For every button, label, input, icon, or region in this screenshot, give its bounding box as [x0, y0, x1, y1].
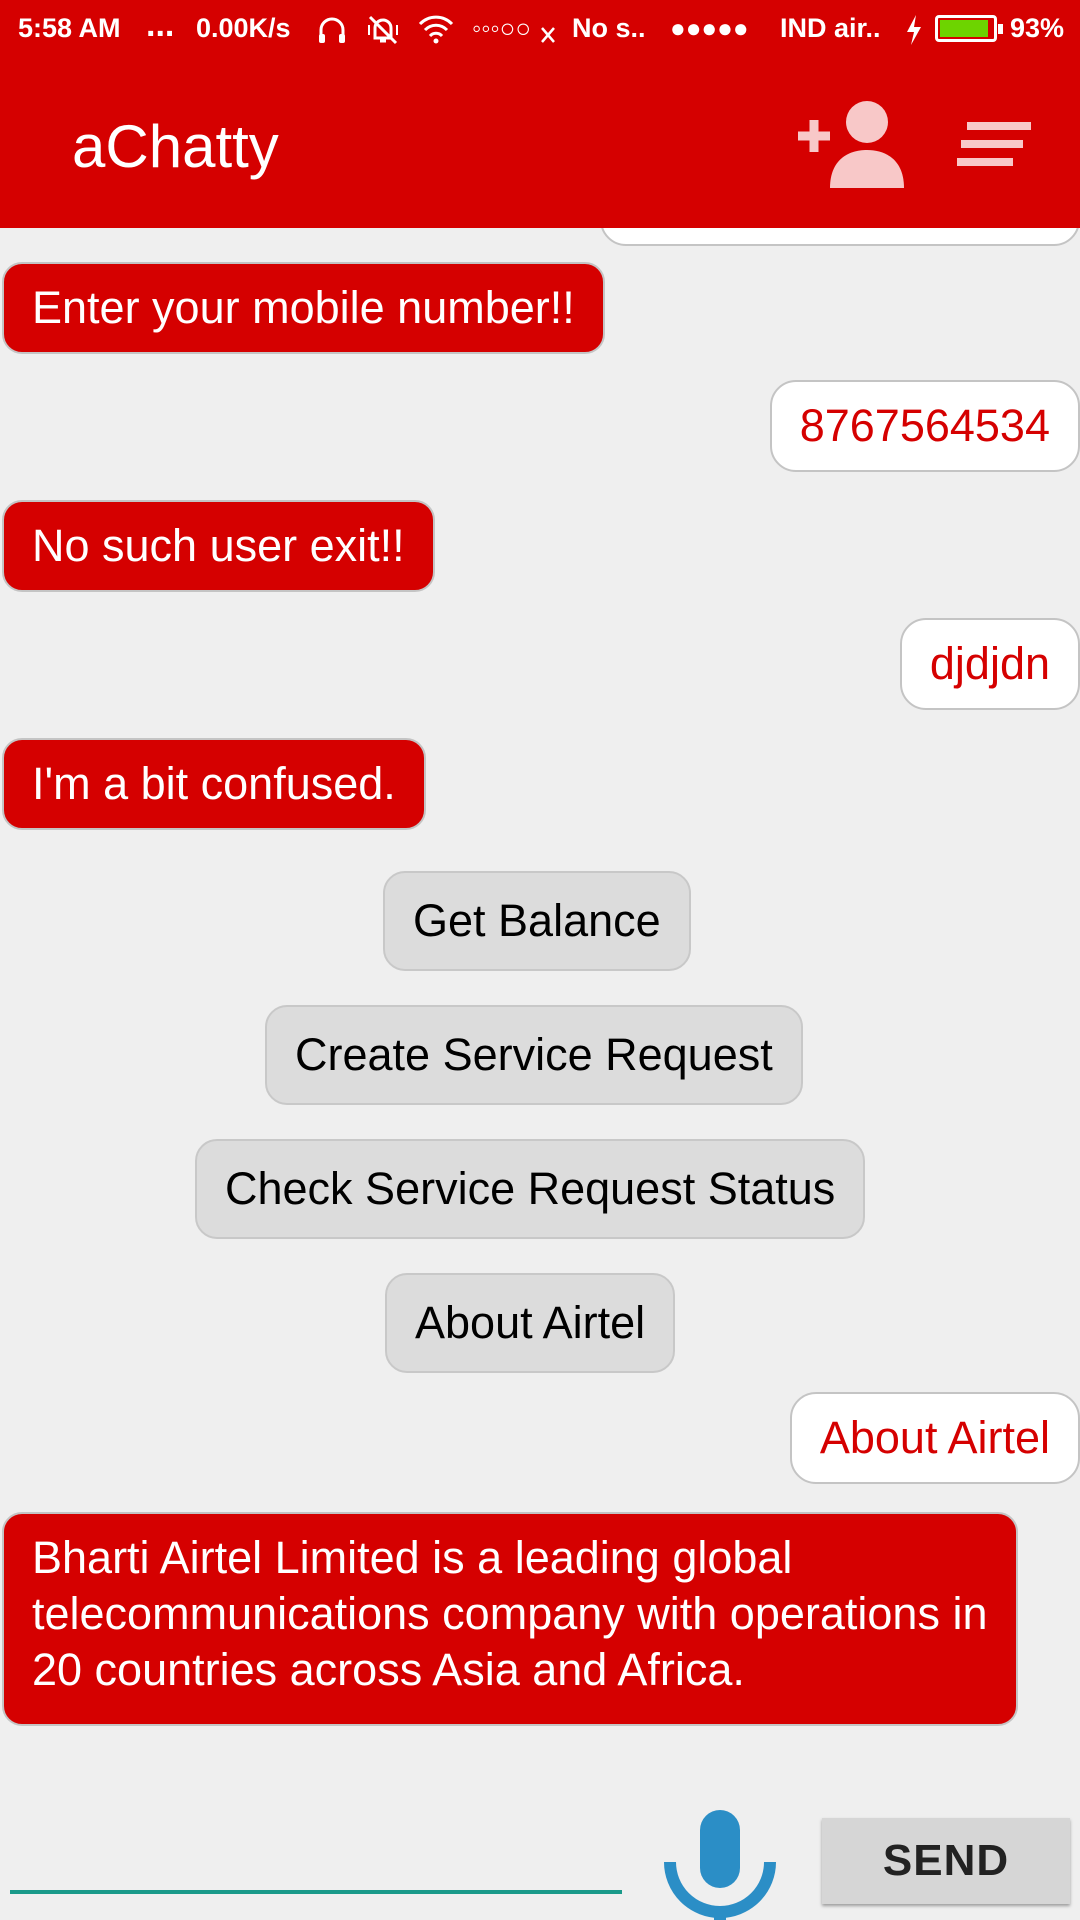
- chat-area[interactable]: Enter your mobile number!! 8767564534 No…: [0, 228, 1080, 1788]
- microphone-icon[interactable]: [660, 1798, 780, 1920]
- signal-dots: ◦◦◦○○: [472, 13, 532, 43]
- quick-reply-about-airtel[interactable]: About Airtel: [385, 1273, 676, 1373]
- battery-icon: [935, 15, 1003, 42]
- app-bar: aChatty: [0, 58, 1080, 228]
- quick-reply-check-service-request-status[interactable]: Check Service Request Status: [195, 1139, 866, 1239]
- wifi-icon: [418, 15, 454, 44]
- bot-message: Enter your mobile number!!: [2, 262, 605, 354]
- status-time: 5:58 AM: [18, 13, 121, 43]
- input-bar: SEND: [0, 1788, 1080, 1920]
- send-button[interactable]: SEND: [822, 1818, 1070, 1904]
- app-title: aChatty: [72, 113, 279, 180]
- vibrate-off-icon: [368, 15, 398, 45]
- quick-reply-create-service-request[interactable]: Create Service Request: [265, 1005, 803, 1105]
- bot-message: I'm a bit confused.: [2, 738, 426, 830]
- user-message: About Airtel: [789, 1392, 1080, 1484]
- menu-icon[interactable]: [957, 120, 1033, 170]
- headset-icon: [319, 17, 345, 43]
- no-sim-label: No s..: [572, 13, 646, 43]
- bot-message: Bharti Airtel Limited is a leading globa…: [2, 1512, 1018, 1726]
- network-speed: 0.00K/s: [196, 13, 291, 43]
- carrier-name: IND air..: [780, 13, 881, 43]
- message-input[interactable]: [10, 1828, 622, 1894]
- carrier-signal-dots: ●●●●●: [670, 13, 749, 43]
- bot-message: No such user exit!!: [2, 500, 435, 592]
- user-message: djdjdn: [899, 618, 1080, 710]
- quick-reply-get-balance[interactable]: Get Balance: [383, 871, 691, 971]
- no-signal-x-icon: [541, 27, 555, 43]
- clipped-user-bubble: [600, 228, 1080, 246]
- user-message: 8767564534: [769, 380, 1080, 472]
- charging-icon: [907, 15, 921, 45]
- add-user-icon[interactable]: [792, 100, 910, 188]
- status-bar: 5:58 AM ... 0.00K/s ◦◦◦○○ No s.. ●●●●● I…: [0, 0, 1080, 58]
- battery-percent: 93%: [1010, 13, 1065, 43]
- status-dots: ...: [146, 6, 175, 44]
